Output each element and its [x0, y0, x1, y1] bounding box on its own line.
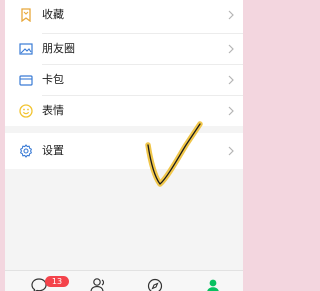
smiley-icon — [19, 104, 33, 118]
menu-item-label: 收藏 — [42, 8, 64, 21]
phone-screen: 收藏 朋友圈 卡包 表情 设置 13 — [5, 0, 243, 291]
menu-item-settings[interactable]: 设置 — [5, 136, 243, 166]
menu-item-wallet[interactable]: 卡包 — [5, 65, 243, 95]
chevron-right-icon — [228, 106, 234, 116]
moments-photo-icon — [19, 43, 33, 55]
chevron-right-icon — [228, 44, 234, 54]
discover-compass-icon[interactable] — [146, 277, 164, 291]
menu-group-settings: 设置 — [5, 133, 243, 169]
me-person-icon[interactable] — [204, 277, 222, 291]
unread-count-badge: 13 — [45, 276, 69, 287]
menu-item-favorites[interactable]: 收藏 — [5, 2, 243, 32]
bottom-tab-bar — [5, 270, 243, 291]
menu-item-emoji[interactable]: 表情 — [5, 96, 243, 126]
contacts-icon[interactable] — [89, 277, 107, 291]
chevron-right-icon — [228, 10, 234, 20]
menu-item-label: 设置 — [42, 144, 64, 157]
chevron-right-icon — [228, 146, 234, 156]
menu-group-main: 收藏 朋友圈 卡包 表情 — [5, 0, 243, 126]
favorites-icon — [21, 8, 31, 22]
chevron-right-icon — [228, 75, 234, 85]
gear-icon — [20, 144, 32, 158]
card-wallet-icon — [19, 75, 33, 86]
menu-item-label: 表情 — [42, 104, 64, 117]
menu-item-label: 卡包 — [42, 73, 64, 86]
menu-item-label: 朋友圈 — [42, 42, 75, 55]
menu-item-moments[interactable]: 朋友圈 — [5, 34, 243, 64]
